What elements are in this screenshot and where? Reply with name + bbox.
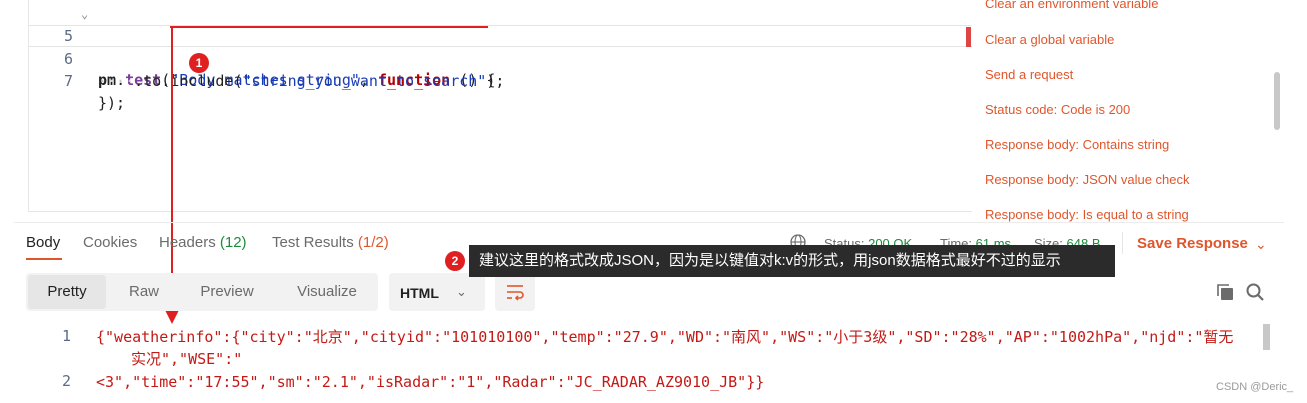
code-token: .to.include( bbox=[134, 72, 243, 90]
tab-headers[interactable]: Headers (12) bbox=[159, 234, 247, 251]
view-raw-button[interactable]: Raw bbox=[114, 273, 174, 311]
snippet-link[interactable]: Clear an environment variable bbox=[985, 0, 1158, 11]
wrap-lines-button[interactable] bbox=[495, 273, 535, 311]
format-select-value: HTML bbox=[400, 285, 439, 301]
response-line-1-wrap: 实况","WSE":" bbox=[131, 350, 243, 368]
tab-count: (1/2) bbox=[357, 234, 389, 251]
snippet-link[interactable]: Response body: JSON value check bbox=[985, 172, 1190, 187]
search-icon[interactable] bbox=[1245, 282, 1265, 302]
response-line-1: {"weatherinfo":{"city":"北京","cityid":"10… bbox=[96, 328, 1234, 346]
snippet-link[interactable]: Status code: Code is 200 bbox=[985, 102, 1130, 117]
annotation-underline bbox=[170, 26, 488, 28]
view-preview-button[interactable]: Preview bbox=[188, 273, 266, 311]
tab-body[interactable]: Body bbox=[26, 234, 60, 251]
snippet-link[interactable]: Response body: Is equal to a string bbox=[985, 207, 1189, 222]
annotation-tooltip: 建议这里的格式改成JSON，因为是以键值对k:v的形式，用json数据格式最好不… bbox=[469, 245, 1115, 277]
code-token: }); bbox=[98, 94, 126, 112]
view-visualize-button[interactable]: Visualize bbox=[282, 273, 372, 311]
code-token: ); bbox=[486, 72, 505, 90]
tab-count: (12) bbox=[219, 234, 247, 251]
copy-icon[interactable] bbox=[1215, 282, 1235, 302]
tab-label: Headers bbox=[159, 234, 216, 251]
response-line-2: <3","time":"17:55","sm":"2.1","isRadar":… bbox=[96, 373, 765, 391]
annotation-badge-2: 2 bbox=[445, 251, 465, 271]
tab-test-results[interactable]: Test Results (1/2) bbox=[272, 234, 389, 251]
watermark: CSDN @Deric_ bbox=[1216, 381, 1294, 393]
annotation-badge-1: 1 bbox=[189, 53, 209, 73]
snippet-link[interactable]: Send a request bbox=[985, 67, 1073, 82]
code-line-5[interactable]: 5 ⌄ pm.test("Body matches string", funct… bbox=[29, 3, 972, 89]
fold-chevron-icon[interactable]: ⌄ bbox=[81, 3, 88, 25]
code-token: "string_you_want_to_search" bbox=[242, 72, 487, 90]
snippet-link[interactable]: Clear a global variable bbox=[985, 32, 1114, 47]
tab-label: Cookies bbox=[83, 234, 138, 251]
chevron-down-icon[interactable]: ⌄ bbox=[1255, 236, 1267, 253]
pane-divider[interactable] bbox=[14, 222, 1284, 223]
error-marker bbox=[966, 27, 971, 47]
tab-label: Body bbox=[26, 234, 61, 251]
line-number: 7 bbox=[63, 72, 73, 90]
wrap-lines-icon bbox=[507, 285, 524, 301]
snippets-scroll-thumb[interactable] bbox=[1274, 72, 1280, 130]
active-tab-indicator bbox=[26, 258, 62, 260]
indent-guide: ···· bbox=[98, 72, 135, 90]
save-response-button[interactable]: Save Response bbox=[1137, 235, 1248, 252]
chevron-down-icon: ⌄ bbox=[456, 284, 467, 299]
snippets-panel: Clear an environment variable Clear a gl… bbox=[973, 0, 1281, 222]
tab-cookies[interactable]: Cookies bbox=[83, 234, 137, 251]
line-number: 2 bbox=[61, 372, 71, 390]
tab-label: Test Results bbox=[272, 234, 354, 251]
view-pretty-button[interactable]: Pretty bbox=[28, 275, 106, 309]
response-scrollbar[interactable] bbox=[1263, 324, 1270, 350]
line-number: 1 bbox=[61, 327, 71, 345]
snippet-link[interactable]: Response body: Contains string bbox=[985, 137, 1169, 152]
divider bbox=[1122, 232, 1123, 254]
